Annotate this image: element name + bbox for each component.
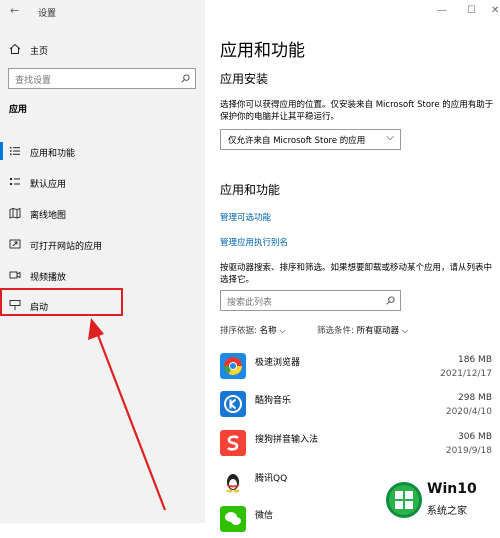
section-title-apps: 应用 xyxy=(9,105,28,115)
kugou-music-app-icon xyxy=(220,391,246,417)
sogou-input-app-icon xyxy=(220,430,246,456)
sidebar-item-offline-maps[interactable]: 离线地图 xyxy=(0,200,205,228)
browser-app-icon xyxy=(220,353,246,379)
chevron-down-icon: ⌵ xyxy=(386,132,394,143)
home-label: 主页 xyxy=(30,47,49,57)
home-icon xyxy=(9,43,21,54)
app-size: 186 MB xyxy=(458,355,492,365)
dropdown-value: 仅允许来自 Microsoft Store 的应用 xyxy=(228,136,366,146)
search-icon xyxy=(181,74,190,83)
search-icon xyxy=(386,296,395,305)
app-search-placeholder: 搜索此列表 xyxy=(227,298,273,308)
sidebar-item-label: 视频播放 xyxy=(30,273,67,283)
list-item[interactable]: 搜狗拼音输入法 306 MB 2019/9/18 xyxy=(220,430,495,462)
manage-optional-features-link[interactable]: 管理可选功能 xyxy=(220,211,271,223)
app-size: 306 MB xyxy=(458,432,492,442)
app-name: 酷狗音乐 xyxy=(255,396,292,406)
sidebar-item-video-playback[interactable]: 视频播放 xyxy=(0,262,205,290)
manage-execution-aliases-link[interactable]: 管理应用执行别名 xyxy=(220,236,288,248)
home-nav-item[interactable]: 主页 xyxy=(0,36,205,64)
map-icon xyxy=(9,207,21,219)
close-icon[interactable]: ✕ xyxy=(491,5,499,16)
minimize-icon[interactable]: — xyxy=(437,5,447,16)
sidebar-item-apps-for-websites[interactable]: 可打开网站的应用 xyxy=(0,231,205,259)
chevron-down-icon: ⌵ xyxy=(279,326,286,336)
annotation-highlight-box xyxy=(0,288,123,316)
back-arrow-icon[interactable]: ← xyxy=(10,4,19,17)
qq-app-icon xyxy=(220,469,246,495)
selected-indicator xyxy=(0,142,3,160)
filter-value: 所有驱动器 xyxy=(356,326,400,336)
sort-dropdown[interactable]: 排序依据: 名称 ⌵ xyxy=(220,324,286,336)
sidebar-item-default-apps[interactable]: 默认应用 xyxy=(0,169,205,197)
app-date: 2021/12/17 xyxy=(440,369,492,379)
settings-sidebar: ← 设置 主页 查找设置 应用 应用和功能 默认应用 离线地图 可打开网站的应用… xyxy=(0,0,205,523)
sort-label: 排序依据: xyxy=(220,326,257,336)
list-item[interactable]: 酷狗音乐 298 MB 2020/4/10 xyxy=(220,391,495,423)
app-name: 搜狗拼音输入法 xyxy=(255,435,319,445)
install-section-title: 应用安装 xyxy=(220,72,269,86)
install-description: 选择你可以获得应用的位置。仅安装来自 Microsoft Store 的应用有助… xyxy=(220,100,494,122)
apps-description: 按驱动器搜索、排序和筛选。如果想要卸载或移动某个应用，请从列表中选择它。 xyxy=(220,263,493,285)
watermark-brand: Win10 xyxy=(427,481,477,497)
app-name: 极速浏览器 xyxy=(255,358,301,368)
chevron-down-icon: ⌵ xyxy=(401,326,409,336)
install-source-dropdown[interactable]: 仅允许来自 Microsoft Store 的应用 ⌵ xyxy=(220,129,401,150)
filter-label: 筛选条件: xyxy=(317,326,354,336)
windows-logo-icon xyxy=(386,482,422,518)
wechat-app-icon xyxy=(220,506,246,532)
app-list-search-input[interactable]: 搜索此列表 xyxy=(220,290,401,311)
app-name: 微信 xyxy=(255,511,274,521)
apps-section-title: 应用和功能 xyxy=(220,183,281,197)
app-size: 298 MB xyxy=(458,393,492,403)
app-date: 2020/4/10 xyxy=(445,407,492,417)
sidebar-item-label: 应用和功能 xyxy=(30,149,76,159)
window-title: 设置 xyxy=(38,9,57,19)
settings-search-placeholder: 查找设置 xyxy=(15,76,52,86)
maximize-icon[interactable]: ☐ xyxy=(467,5,476,16)
filter-dropdown[interactable]: 筛选条件: 所有驱动器 ⌵ xyxy=(317,324,408,336)
sidebar-item-apps-features[interactable]: 应用和功能 xyxy=(0,138,205,166)
app-date: 2019/9/18 xyxy=(445,446,492,456)
sort-value: 名称 xyxy=(259,326,277,336)
sidebar-item-label: 离线地图 xyxy=(30,211,67,221)
app-name: 腾讯QQ xyxy=(255,474,288,484)
open-website-icon xyxy=(9,239,21,249)
default-apps-icon xyxy=(10,178,20,185)
page-title: 应用和功能 xyxy=(220,41,305,61)
list-item[interactable]: 极速浏览器 186 MB 2021/12/17 xyxy=(220,353,495,385)
list-icon xyxy=(10,147,20,156)
watermark: Win10 系统之家 xyxy=(383,478,499,522)
sidebar-item-label: 可打开网站的应用 xyxy=(30,242,103,252)
watermark-site: 系统之家 xyxy=(427,506,467,517)
settings-search-input[interactable]: 查找设置 xyxy=(8,68,196,89)
sidebar-item-label: 默认应用 xyxy=(30,180,67,190)
video-icon xyxy=(9,271,21,279)
